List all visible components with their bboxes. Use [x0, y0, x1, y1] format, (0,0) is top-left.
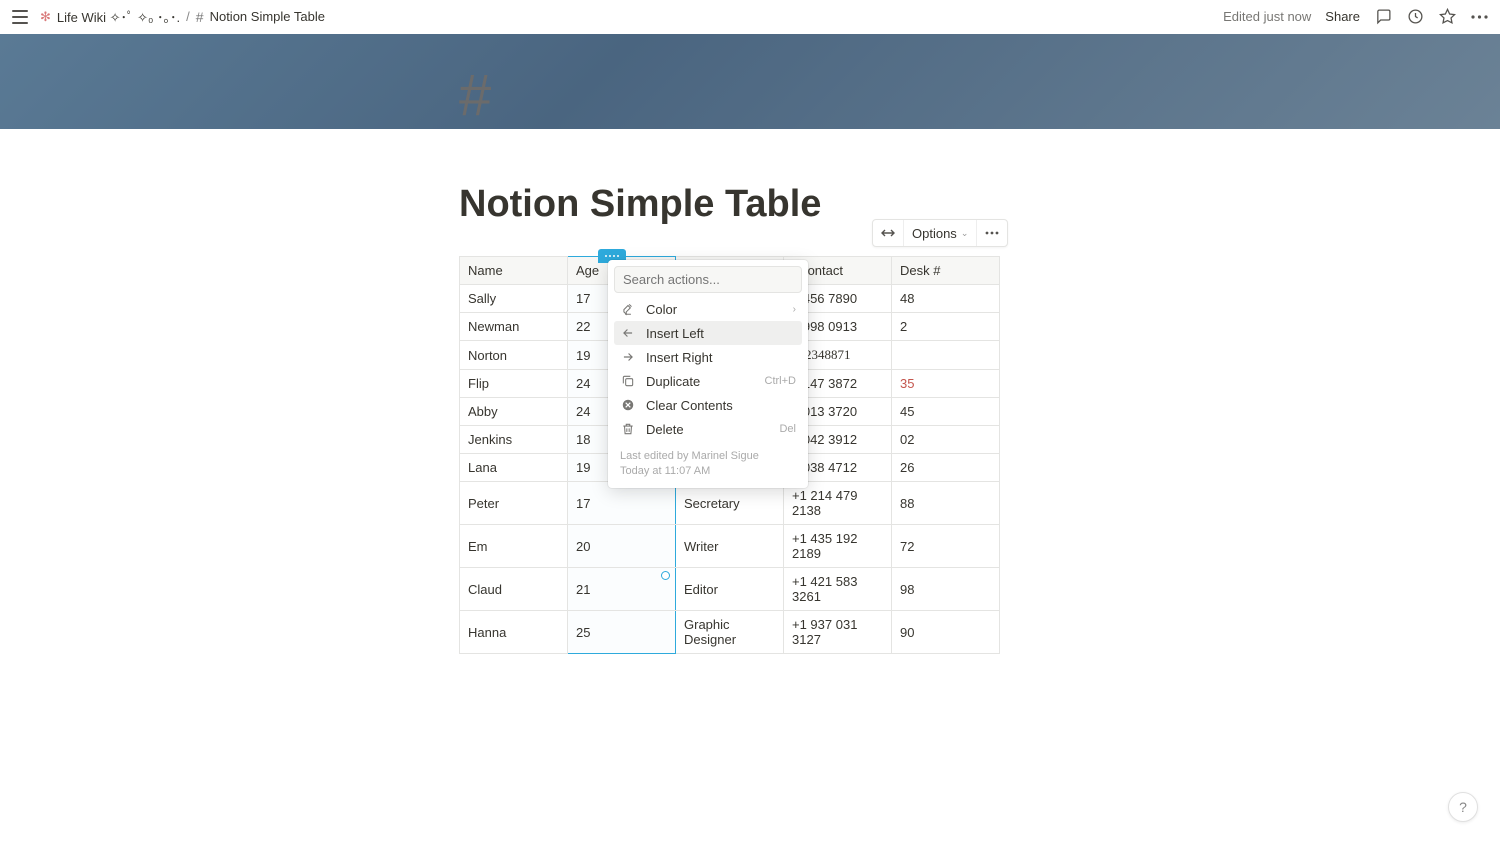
share-button[interactable]: Share: [1325, 9, 1360, 24]
table-row[interactable]: Claud21Editor+1 421 583 326198: [460, 568, 1000, 611]
topbar: ✻ Life Wiki ✧･ﾟ ✧₀ ･｡･. / # Notion Simpl…: [0, 0, 1500, 34]
table-toolbar: Options⌄: [872, 219, 1008, 247]
menu-insert-right[interactable]: Insert Right: [614, 345, 802, 369]
page-cover[interactable]: [0, 34, 1500, 129]
clear-icon: [620, 397, 636, 413]
more-icon[interactable]: [1470, 8, 1488, 26]
favorite-icon[interactable]: [1438, 8, 1456, 26]
cell-age[interactable]: 17: [568, 482, 676, 525]
cell-contact[interactable]: +1 214 479 2138: [784, 482, 892, 525]
cell-name[interactable]: Flip: [460, 370, 568, 398]
cell-desk[interactable]: 2: [892, 313, 1000, 341]
menu-color[interactable]: Color ›: [614, 297, 802, 321]
table-row[interactable]: Peter17Secretary+1 214 479 213888: [460, 482, 1000, 525]
cell-name[interactable]: Jenkins: [460, 426, 568, 454]
arrow-left-icon: [620, 325, 636, 341]
cell-desk[interactable]: 48: [892, 285, 1000, 313]
cell-desk[interactable]: 26: [892, 454, 1000, 482]
cell-age[interactable]: 21: [568, 568, 676, 611]
cell-desk[interactable]: 72: [892, 525, 1000, 568]
cell-job[interactable]: Secretary: [676, 482, 784, 525]
cell-desk[interactable]: 90: [892, 611, 1000, 654]
cell-name[interactable]: Abby: [460, 398, 568, 426]
menu-insert-left[interactable]: Insert Left: [614, 321, 802, 345]
trash-icon: [620, 421, 636, 437]
sidebar-toggle[interactable]: [12, 10, 28, 24]
cell-job[interactable]: Writer: [676, 525, 784, 568]
page-title[interactable]: Notion Simple Table: [459, 183, 821, 226]
cell-desk[interactable]: 98: [892, 568, 1000, 611]
cell-name[interactable]: Sally: [460, 285, 568, 313]
cell-contact[interactable]: +1 421 583 3261: [784, 568, 892, 611]
cell-age[interactable]: 20: [568, 525, 676, 568]
menu-clear-contents[interactable]: Clear Contents: [614, 393, 802, 417]
comments-icon[interactable]: [1374, 8, 1392, 26]
page-hash-icon: #: [196, 9, 204, 25]
menu-duplicate[interactable]: Duplicate Ctrl+D: [614, 369, 802, 393]
cell-job[interactable]: Editor: [676, 568, 784, 611]
shortcut-label: Ctrl+D: [765, 375, 796, 387]
help-button[interactable]: ?: [1448, 792, 1478, 822]
cell-name[interactable]: Norton: [460, 341, 568, 370]
header-name[interactable]: Name: [460, 257, 568, 285]
column-resize-handle[interactable]: [661, 571, 670, 580]
cell-job[interactable]: Graphic Designer: [676, 611, 784, 654]
cell-name[interactable]: Newman: [460, 313, 568, 341]
breadcrumb-sep: /: [186, 9, 190, 24]
shortcut-label: Del: [779, 423, 796, 435]
breadcrumb: ✻ Life Wiki ✧･ﾟ ✧₀ ･｡･. / # Notion Simpl…: [40, 7, 325, 26]
cell-desk[interactable]: 45: [892, 398, 1000, 426]
cell-contact[interactable]: +1 435 192 2189: [784, 525, 892, 568]
table-row[interactable]: Hanna25Graphic Designer+1 937 031 312790: [460, 611, 1000, 654]
edited-label: Edited just now: [1223, 9, 1311, 24]
options-button[interactable]: Options⌄: [904, 220, 977, 246]
cell-name[interactable]: Lana: [460, 454, 568, 482]
cell-age[interactable]: 25: [568, 611, 676, 654]
table-row[interactable]: Em20Writer+1 435 192 218972: [460, 525, 1000, 568]
chevron-right-icon: ›: [793, 304, 796, 315]
fit-width-button[interactable]: [873, 220, 904, 246]
duplicate-icon: [620, 373, 636, 389]
breadcrumb-workspace[interactable]: Life Wiki ✧･ﾟ ✧₀ ･｡･.: [57, 7, 180, 26]
context-search-input[interactable]: [614, 266, 802, 293]
cell-desk[interactable]: [892, 341, 1000, 370]
menu-delete[interactable]: Delete Del: [614, 417, 802, 441]
header-desk[interactable]: Desk #: [892, 257, 1000, 285]
cell-desk[interactable]: 35: [892, 370, 1000, 398]
workspace-icon: ✻: [40, 9, 51, 25]
column-context-menu: Color › Insert Left Insert Right Duplica…: [608, 260, 808, 488]
paint-icon: [620, 301, 636, 317]
cell-name[interactable]: Peter: [460, 482, 568, 525]
cell-name[interactable]: Em: [460, 525, 568, 568]
cell-contact[interactable]: +1 937 031 3127: [784, 611, 892, 654]
cell-name[interactable]: Hanna: [460, 611, 568, 654]
cell-desk[interactable]: 88: [892, 482, 1000, 525]
cell-name[interactable]: Claud: [460, 568, 568, 611]
arrow-right-icon: [620, 349, 636, 365]
updates-icon[interactable]: [1406, 8, 1424, 26]
table-more-button[interactable]: [977, 220, 1007, 246]
breadcrumb-page[interactable]: Notion Simple Table: [210, 9, 325, 24]
page-icon[interactable]: #: [459, 62, 491, 129]
cell-desk[interactable]: 02: [892, 426, 1000, 454]
context-footer: Last edited by Marinel Sigue Today at 11…: [614, 443, 802, 482]
